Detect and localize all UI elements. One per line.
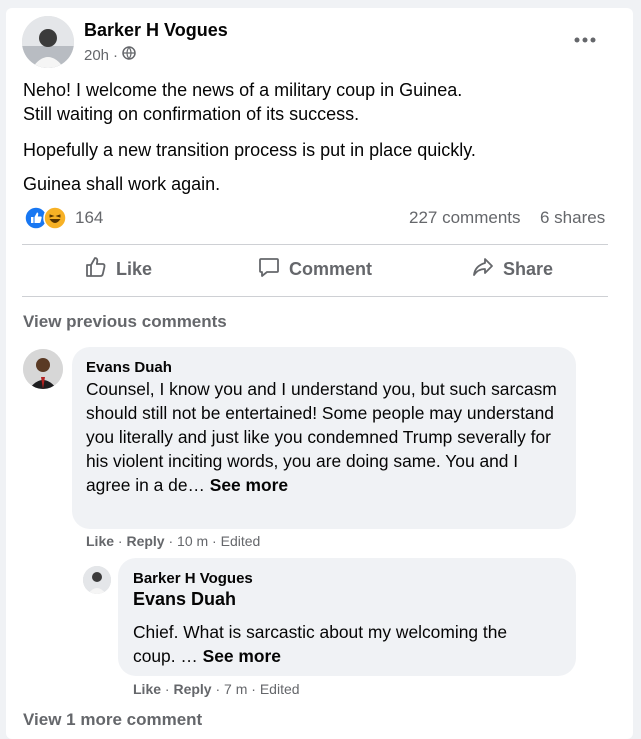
comment-icon (257, 255, 281, 284)
post-meta: 20h · (84, 46, 136, 64)
view-previous-comments[interactable]: View previous comments (23, 312, 227, 332)
reply-time[interactable]: 7 m (224, 681, 247, 697)
reply-body-barker: Chief. What is sarcastic about my welcom… (133, 622, 508, 666)
reply-text-barker: Chief. What is sarcastic about my welcom… (133, 620, 553, 668)
comment-bubble-evans: Evans Duah Counsel, I know you and I und… (72, 347, 576, 529)
comment-body-evans: Counsel, I know you and I understand you… (86, 379, 557, 495)
reply-bubble-barker: Barker H Vogues Evans Duah Chief. What i… (118, 558, 576, 676)
post-line-4: Guinea shall work again. (23, 174, 221, 194)
comments-count[interactable]: 227 comments (409, 208, 521, 228)
post-time[interactable]: 20h (84, 47, 109, 64)
meta-separator: · (113, 46, 119, 64)
share-button-label: Share (503, 258, 554, 279)
commenter-avatar-evans[interactable] (23, 349, 63, 389)
comment-author-evans[interactable]: Evans Duah (86, 359, 172, 376)
haha-reaction-icon (43, 206, 67, 230)
comment-meta-evans: Like · Reply · 10 m · Edited (86, 533, 261, 549)
reply-author-barker[interactable]: Barker H Vogues (133, 570, 253, 587)
post-line-1: Neho! I welcome the news of a military c… (23, 80, 463, 100)
comment-button[interactable]: Comment (257, 252, 372, 286)
view-more-comments[interactable]: View 1 more comment (23, 710, 202, 730)
reply-mention-tag[interactable]: Evans Duah (133, 589, 236, 610)
divider-top (22, 244, 608, 245)
like-button-label: Like (116, 258, 153, 279)
comment-reply-link[interactable]: Reply (126, 533, 164, 549)
reply-see-more-link[interactable]: See more (203, 646, 281, 666)
globe-icon (122, 46, 136, 64)
share-icon (471, 255, 495, 284)
reply-reply-link[interactable]: Reply (173, 681, 211, 697)
post-line-2: Still waiting on confirmation of its suc… (23, 104, 360, 124)
divider-bottom (22, 296, 608, 297)
post-author-avatar[interactable] (22, 16, 74, 68)
share-button[interactable]: Share (471, 252, 553, 286)
post-text: Neho! I welcome the news of a military c… (23, 78, 476, 196)
shares-count[interactable]: 6 shares (540, 208, 605, 228)
see-more-link[interactable]: See more (210, 475, 288, 495)
reply-meta-barker: Like · Reply · 7 m · Edited (133, 681, 300, 697)
comment-time[interactable]: 10 m (177, 533, 208, 549)
post-author-name[interactable]: Barker H Vogues (84, 20, 228, 41)
like-button[interactable]: Like (84, 252, 152, 286)
comment-text-evans: Counsel, I know you and I understand you… (86, 377, 560, 497)
more-options-icon[interactable] (572, 30, 598, 50)
comment-button-label: Comment (289, 258, 373, 279)
reply-like-link[interactable]: Like (133, 681, 161, 697)
reaction-count[interactable]: 164 (75, 208, 103, 228)
reactions-summary[interactable]: 164 (24, 205, 103, 231)
reply-edited: Edited (259, 681, 300, 697)
post-line-3: Hopefully a new transition process is pu… (23, 140, 476, 160)
thumbs-up-icon (84, 255, 108, 284)
comment-edited: Edited (220, 533, 261, 549)
reply-avatar-barker[interactable] (83, 566, 111, 594)
comment-like-link[interactable]: Like (86, 533, 114, 549)
